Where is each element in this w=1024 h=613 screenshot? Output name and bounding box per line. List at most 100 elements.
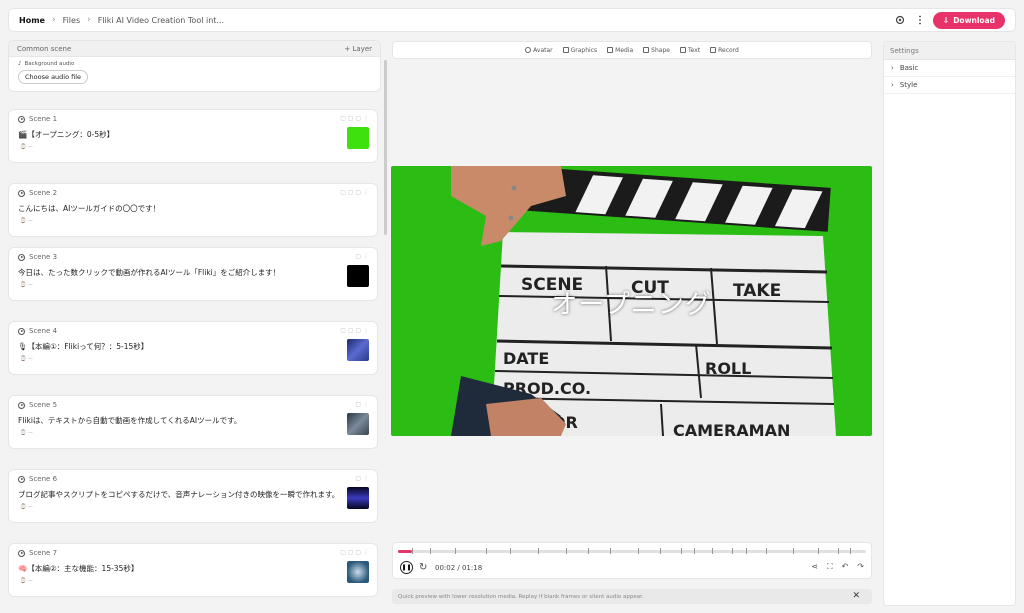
scene-label: Scene 5 [29,401,58,409]
add-layer-button[interactable]: + Layer [344,45,372,53]
pause-button[interactable]: ❚❚ [400,561,413,574]
scene-tools[interactable]: ▢ ▢ ▢ ⋮ [340,115,369,122]
scene-marker [818,548,819,554]
play-icon[interactable] [18,189,25,197]
scene-duration: ⌚ — [20,430,33,436]
scene-tools[interactable]: ▢ ▢ ▢ ⋮ [340,549,369,556]
scene-tools[interactable]: ▢ ▢ ▢ ⋮ [340,189,369,196]
scene-thumbnail[interactable] [347,265,369,287]
scene-thumbnail[interactable] [347,413,369,435]
scene-text[interactable]: 🎬【オープニング：0-5秒】 [18,129,114,140]
breadcrumb-files[interactable]: Files [63,16,81,25]
scene-text[interactable]: 今日は、たった数クリックで動画が作れるAIツール「Fliki」をご紹介します！ [18,267,280,278]
close-icon[interactable]: ✕ [852,591,860,601]
scene-marker [793,548,794,554]
svg-text:CAMERAMAN: CAMERAMAN [673,421,790,436]
replay-icon[interactable]: ↻ [419,562,427,573]
tool-shape[interactable]: Shape [643,47,670,54]
svg-text:DATE: DATE [503,349,549,368]
scene-tools[interactable]: ▢ ⋮ [355,253,369,260]
scene-tools[interactable]: ▢ ▢ ▢ ⋮ [340,327,369,334]
settings-title: Settings [884,42,1015,60]
tool-text[interactable]: Text [679,47,700,54]
scene-tools[interactable]: ▢ ⋮ [355,401,369,408]
scene-marker [638,548,639,554]
play-icon[interactable] [18,253,25,261]
play-icon[interactable] [18,401,25,409]
choose-audio-button[interactable]: Choose audio file [18,70,89,84]
scene-tools[interactable]: ▢ ⋮ [355,475,369,482]
breadcrumb-current: Fliki AI Video Creation Tool int... [97,15,225,25]
scene-marker [486,548,487,554]
scene-marker [681,548,682,554]
shape-icon [643,47,650,53]
music-note-icon: ♪ [18,61,22,67]
scene-marker [746,548,747,554]
scene-card-2[interactable]: Scene 2 ▢ ▢ ▢ ⋮ こんにちは、AIツールガイドの〇〇です！ ⌚ — [8,183,378,237]
scene-text[interactable]: 🎙【本編①：Flikiって何？：5-15秒】 [18,341,148,352]
scene-thumbnail[interactable] [347,339,369,361]
chevron-right-icon: › [891,64,894,72]
scene-duration: ⌚ — [20,504,33,510]
scene-card-6[interactable]: Scene 6 ▢ ⋮ ブログ記事やスクリプトをコピペするだけで、音声ナレーショ… [8,469,378,523]
media-icon [607,47,614,53]
graphics-icon [562,47,569,53]
scene-marker [660,548,661,554]
tool-avatar[interactable]: Avatar [525,47,553,54]
video-preview-canvas[interactable]: SCENE CUT TAKE DATE ROLL PROD.CO. TOR CA… [391,166,872,436]
timeline-track[interactable] [398,548,866,554]
chevron-right-icon: › [51,15,56,25]
scene-text[interactable]: Flikiは、テキストから自動で動画を作成してくれるAIツールです。 [18,415,241,426]
scene-marker [588,548,589,554]
redo-icon[interactable]: ↷ [857,562,864,572]
more-vertical-icon[interactable] [913,13,927,27]
scene-marker [610,548,611,554]
pause-icon: ❚❚ [401,564,412,571]
tool-media[interactable]: Media [607,47,633,54]
scene-marker [694,548,695,554]
canvas-overlay-text[interactable]: オープニング [391,284,872,321]
settings-style-section[interactable]: › Style [884,77,1015,94]
settings-panel: Settings › Basic › Style [883,41,1016,606]
scene-duration: ⌚ — [20,144,33,150]
play-icon[interactable] [18,327,25,335]
scene-card-1[interactable]: Scene 1 ▢ ▢ ▢ ⋮ 🎬【オープニング：0-5秒】 ⌚ — [8,109,378,163]
scene-duration: ⌚ — [20,218,33,224]
undo-icon[interactable]: ↶ [842,562,849,572]
settings-basic-section[interactable]: › Basic [884,60,1015,77]
scene-marker [430,548,431,554]
download-label: Download [953,15,995,25]
text-icon [679,47,686,53]
scene-list-scrollbar[interactable] [384,60,387,235]
scene-card-7[interactable]: Scene 7 ▢ ▢ ▢ ⋮ 🧠【本編②：主な機能：15-35秒】 ⌚ — [8,543,378,597]
play-icon[interactable] [18,475,25,483]
share-icon[interactable]: ⋖ [811,562,818,572]
scene-thumbnail[interactable] [347,127,369,149]
download-button[interactable]: ⇩ Download [932,11,1005,29]
scene-marker [412,548,413,554]
scene-text[interactable]: こんにちは、AIツールガイドの〇〇です！ [18,203,160,214]
chevron-right-icon: › [87,15,91,25]
tool-record[interactable]: Record [710,47,739,54]
scene-duration: ⌚ — [20,282,33,288]
scene-duration: ⌚ — [20,356,33,362]
common-scene-title: Common scene [17,44,72,53]
download-icon: ⇩ [942,15,950,25]
scene-card-5[interactable]: Scene 5 ▢ ⋮ Flikiは、テキストから自動で動画を作成してくれるAI… [8,395,378,449]
breadcrumb-home[interactable]: Home [19,16,45,25]
scene-label: Scene 1 [29,115,58,123]
scene-thumbnail[interactable] [347,561,369,583]
scene-marker [455,548,456,554]
scene-text[interactable]: 🧠【本編②：主な機能：15-35秒】 [18,563,138,574]
scene-card-3[interactable]: Scene 3 ▢ ⋮ 今日は、たった数クリックで動画が作れるAIツール「Fli… [8,247,378,301]
play-icon[interactable] [18,549,25,557]
fullscreen-icon[interactable]: ⛶ [827,562,833,572]
scene-label: Scene 6 [29,475,58,483]
settings-gear-icon[interactable] [893,13,907,27]
scene-text[interactable]: ブログ記事やスクリプトをコピペするだけで、音声ナレーション付きの映像を一瞬で作れ… [18,489,339,500]
play-icon[interactable] [18,115,25,123]
tool-graphics[interactable]: Graphics [562,47,597,54]
scene-label: Scene 7 [29,549,58,557]
scene-card-4[interactable]: Scene 4 ▢ ▢ ▢ ⋮ 🎙【本編①：Flikiって何？：5-15秒】 ⌚… [8,321,378,375]
scene-thumbnail[interactable] [347,487,369,509]
